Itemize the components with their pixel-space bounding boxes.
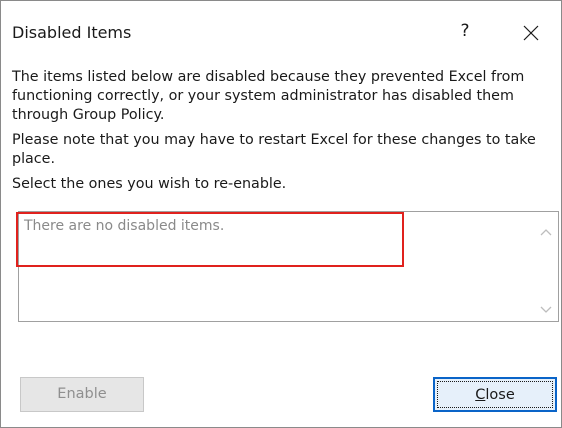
close-button-focus-rect: Close	[437, 381, 553, 408]
chevron-up-icon[interactable]	[537, 224, 555, 242]
disabled-items-dialog: Disabled Items ? The items listed below …	[0, 0, 562, 428]
close-label-rest: lose	[485, 387, 515, 403]
restart-note: Please note that you may have to restart…	[12, 132, 536, 167]
help-button[interactable]: ?	[451, 15, 479, 47]
description-paragraph: The items listed below are disabled beca…	[12, 69, 525, 123]
title-bar: Disabled Items ?	[1, 1, 561, 61]
dialog-title: Disabled Items	[12, 23, 132, 42]
close-icon[interactable]	[517, 19, 545, 47]
enable-button[interactable]: Enable	[20, 377, 144, 412]
close-mnemonic: C	[475, 387, 486, 403]
dialog-description: The items listed below are disabled beca…	[12, 68, 552, 194]
disabled-items-list[interactable]: There are no disabled items.	[18, 211, 559, 322]
empty-list-message: There are no disabled items.	[24, 218, 225, 234]
select-instruction: Select the ones you wish to re-enable.	[12, 176, 287, 192]
close-button[interactable]: Close	[433, 377, 557, 412]
chevron-down-icon[interactable]	[537, 300, 555, 318]
